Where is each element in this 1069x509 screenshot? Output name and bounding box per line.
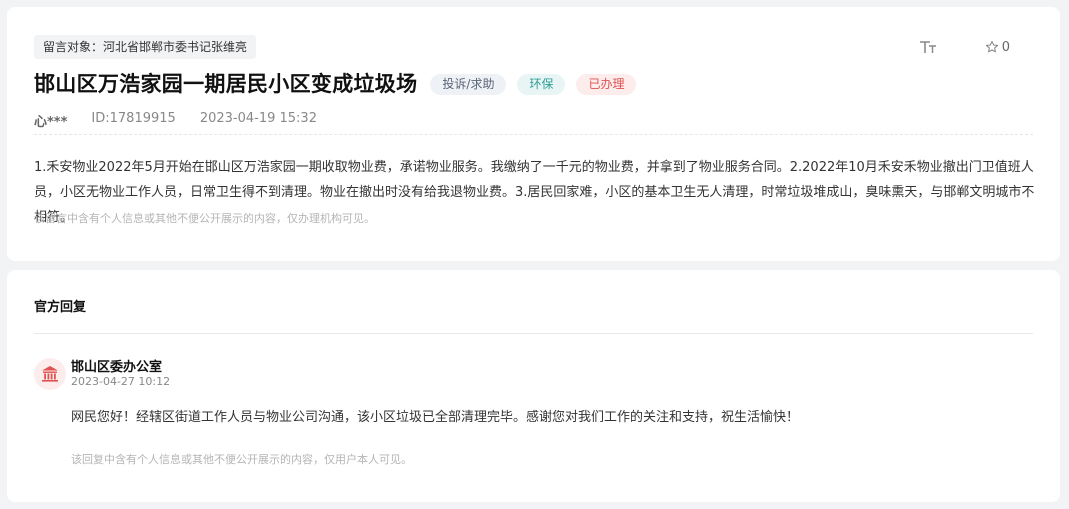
reply-time: 2023-04-27 10:12 xyxy=(71,375,171,388)
favorite-count: 0 xyxy=(1001,39,1010,55)
divider xyxy=(34,333,1033,334)
font-size-icon[interactable] xyxy=(919,39,939,55)
message-card: 留言对象：河北省邯郸市委书记张维亮 0 邯山区万浩家园一期居民小区变成垃圾场 投… xyxy=(7,7,1060,261)
favorite-button[interactable]: 0 xyxy=(985,40,1010,55)
message-target-tag: 留言对象：河北省邯郸市委书记张维亮 xyxy=(34,35,257,59)
reply-privacy-note: 该回复中含有个人信息或其他不便公开展示的内容，仅用户本人可见。 xyxy=(71,453,412,466)
divider xyxy=(34,134,1033,135)
title-row: 邯山区万浩家园一期居民小区变成垃圾场 投诉/求助 环保 已办理 xyxy=(34,69,637,99)
reply-section-title: 官方回复 xyxy=(34,300,87,315)
reply-card: 官方回复 邯山区委办公室 2023-04-27 10:12 网民您好！经辖区街道… xyxy=(7,270,1060,502)
government-building-icon xyxy=(42,366,58,382)
message-time: 2023-04-19 15:32 xyxy=(199,111,317,126)
privacy-note: 该留言中含有个人信息或其他不便公开展示的内容，仅办理机构可见。 xyxy=(34,212,375,225)
reply-org-name: 邯山区委办公室 xyxy=(71,360,163,375)
avatar xyxy=(34,358,66,390)
message-title: 邯山区万浩家园一期居民小区变成垃圾场 xyxy=(34,72,418,96)
message-id: ID:17819915 xyxy=(91,111,176,126)
reply-content: 网民您好！经辖区街道工作人员与物业公司沟通，该小区垃圾已全部清理完毕。感谢您对我… xyxy=(71,410,800,425)
author-name: 心*** xyxy=(34,115,68,130)
message-meta: 心*** ID:17819915 2023-04-19 15:32 xyxy=(34,111,341,130)
type-tag: 投诉/求助 xyxy=(430,73,507,95)
toolbar: 0 xyxy=(919,39,1010,55)
status-badge: 已办理 xyxy=(576,73,637,95)
star-icon xyxy=(985,40,998,53)
field-tag: 环保 xyxy=(517,73,566,95)
